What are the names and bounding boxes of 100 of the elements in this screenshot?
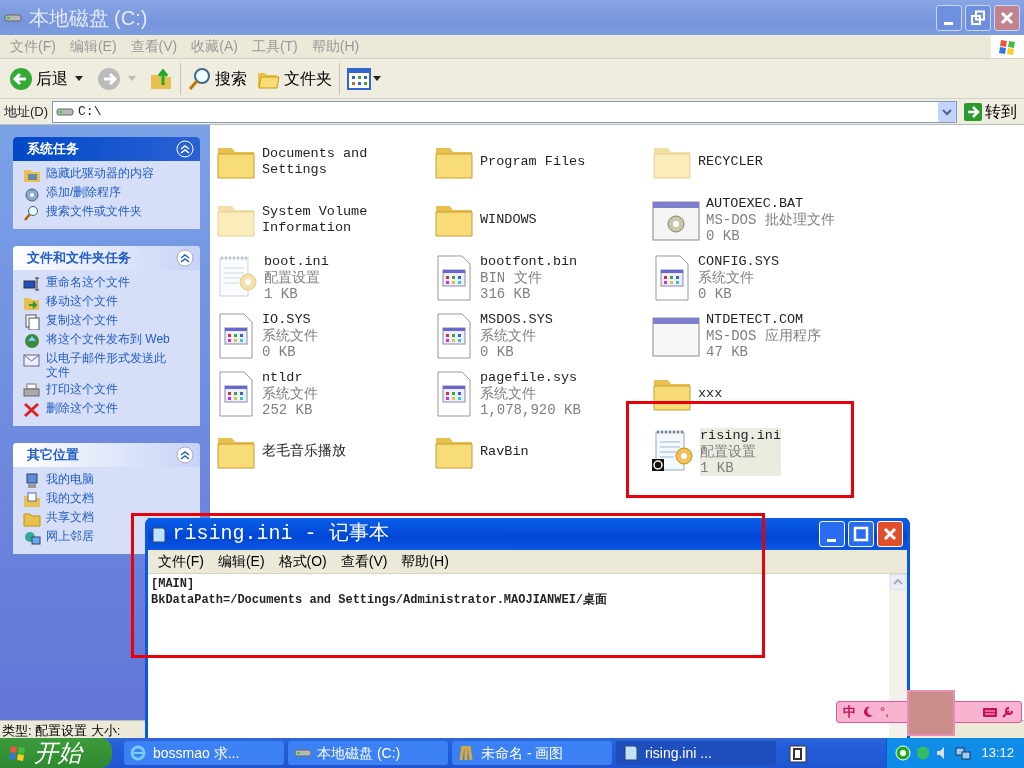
file-name[interactable]: RECYCLER (698, 154, 763, 170)
task-link[interactable]: 隐藏此驱动器的内容 (46, 167, 154, 181)
clock: 13:12 (981, 744, 1014, 763)
collapse-chevron-icon[interactable] (176, 249, 194, 267)
task-link[interactable]: 共享文档 (46, 510, 94, 525)
file-name[interactable]: System Volume Information (262, 204, 392, 236)
minimize-button[interactable] (935, 4, 962, 31)
task-link[interactable]: 删除这个文件 (46, 401, 118, 416)
menu-item[interactable]: 查看(V) (334, 551, 394, 572)
task-link[interactable]: 将这个文件发布到 Web (46, 333, 170, 347)
moon-icon[interactable] (862, 706, 874, 718)
round-tray-icon[interactable] (894, 745, 911, 761)
dropdown-caret-icon[interactable] (75, 75, 83, 82)
file-name[interactable]: rising.ini (700, 428, 781, 444)
file-name[interactable]: 老毛音乐播放 (262, 444, 346, 460)
search-icon (188, 66, 212, 91)
copy-icon (23, 314, 41, 330)
rename-icon (23, 276, 41, 292)
restore-button[interactable] (964, 4, 991, 31)
drive-icon (56, 107, 75, 116)
browser-e-icon (130, 744, 148, 762)
address-field[interactable]: C:\ (52, 100, 957, 123)
scroll-up-icon[interactable] (890, 574, 906, 590)
file-size: 47 KB (706, 343, 749, 360)
task-link[interactable]: 复制这个文件 (46, 314, 118, 328)
back-label: 后退 (36, 68, 68, 89)
taskbar-button[interactable]: bossmao 求... (124, 741, 284, 765)
up-folder-icon (149, 66, 173, 91)
file-name[interactable]: Documents and Settings (262, 146, 392, 178)
file-size: 0 KB (262, 343, 297, 360)
close-icon (882, 526, 898, 542)
folders-button[interactable]: 文件夹 (254, 64, 335, 93)
move-icon (23, 295, 41, 311)
file-type: 系统文件 (480, 385, 537, 402)
menu-item[interactable]: 格式(O) (272, 551, 333, 572)
task-link[interactable]: 重命名这个文件 (46, 276, 130, 290)
task-link[interactable]: 以电子邮件形式发送此文件 (46, 352, 176, 380)
network-tray-icon[interactable] (954, 745, 971, 761)
task-link[interactable]: 移动这个文件 (46, 295, 118, 309)
text-line: BkDataPath=/Documents and Settings/Administrator.MAOJIANWEI/桌面 (151, 592, 609, 608)
file-name[interactable]: RavBin (480, 444, 529, 460)
window-title: rising.ini - 记事本 (172, 521, 389, 547)
file-type: 系统文件 (698, 269, 755, 286)
file-name[interactable]: NTDETECT.COM (706, 312, 821, 328)
close-button[interactable] (994, 4, 1020, 31)
file-size: 0 KB (698, 285, 733, 302)
printer-icon (23, 382, 41, 399)
file-name[interactable]: pagefile.sys (480, 370, 581, 386)
notepad-icon (622, 744, 640, 762)
go-button[interactable]: 转到 (961, 97, 1020, 126)
file-name[interactable]: xxx (698, 386, 723, 402)
task-link[interactable]: 打印这个文件 (46, 382, 118, 397)
task-link[interactable]: 我的电脑 (46, 472, 94, 487)
panel-title: 系统任务 (27, 140, 79, 159)
folders-label: 文件夹 (284, 68, 332, 89)
task-link[interactable]: 搜索文件或文件夹 (46, 205, 142, 219)
start-button[interactable]: 开始 (0, 738, 112, 768)
taskbar-button[interactable]: 本地磁盘 (C:) (288, 741, 448, 765)
window-title: 本地磁盘 (C:) (28, 5, 148, 31)
menu-item[interactable]: 文件(F) (152, 551, 210, 572)
task-link[interactable]: 网上邻居 (46, 529, 94, 544)
drive-icon (294, 749, 312, 757)
task-link[interactable]: 我的文档 (46, 491, 94, 506)
panel-title: 文件和文件夹任务 (27, 249, 131, 268)
file-name[interactable]: bootfont.bin (480, 254, 578, 270)
keyboard-icon[interactable] (981, 706, 998, 718)
taskbar-button[interactable]: 未命名 - 画图 (452, 741, 612, 765)
search-button[interactable]: 搜索 (185, 64, 250, 93)
envelope-icon (23, 352, 41, 368)
file-name[interactable]: WINDOWS (480, 212, 537, 228)
file-name[interactable]: CONFIG.SYS (698, 254, 779, 270)
notepad-icon (152, 525, 166, 543)
menu-item[interactable]: 帮助(H) (395, 551, 455, 572)
file-name[interactable]: boot.ini (264, 254, 329, 270)
file-size: 252 KB (262, 401, 314, 418)
menu-item[interactable]: 编辑(E) (211, 551, 271, 572)
task-link[interactable]: 添加/删除程序 (46, 186, 122, 200)
collapse-chevron-icon[interactable] (176, 445, 194, 464)
folder-icon (23, 510, 41, 527)
file-name[interactable]: ntldr (262, 370, 318, 386)
search-icon (23, 205, 41, 221)
file-type: BIN 文件 (480, 269, 543, 286)
drive-icon (4, 13, 22, 22)
restore-icon (969, 9, 986, 26)
views-grid-icon (347, 67, 383, 90)
file-name[interactable]: AUTOEXEC.BAT (706, 196, 835, 212)
minimize-icon (827, 538, 836, 542)
back-button[interactable]: 后退 (6, 64, 71, 93)
search-label: 搜索 (215, 68, 247, 89)
wrench-icon[interactable] (1001, 705, 1015, 719)
file-name[interactable]: Program Files (480, 154, 586, 170)
taskbar-button[interactable]: rising.ini ... (616, 741, 776, 765)
file-name[interactable]: IO.SYS (262, 312, 318, 328)
delete-icon (23, 401, 41, 418)
four-pane-flag-icon (8, 744, 28, 762)
file-name[interactable]: MSDOS.SYS (480, 312, 553, 328)
network-icon (23, 529, 41, 546)
panel-title: 其它位置 (27, 445, 79, 464)
documents-folder-icon (23, 491, 41, 508)
maximize-button[interactable] (847, 521, 874, 547)
